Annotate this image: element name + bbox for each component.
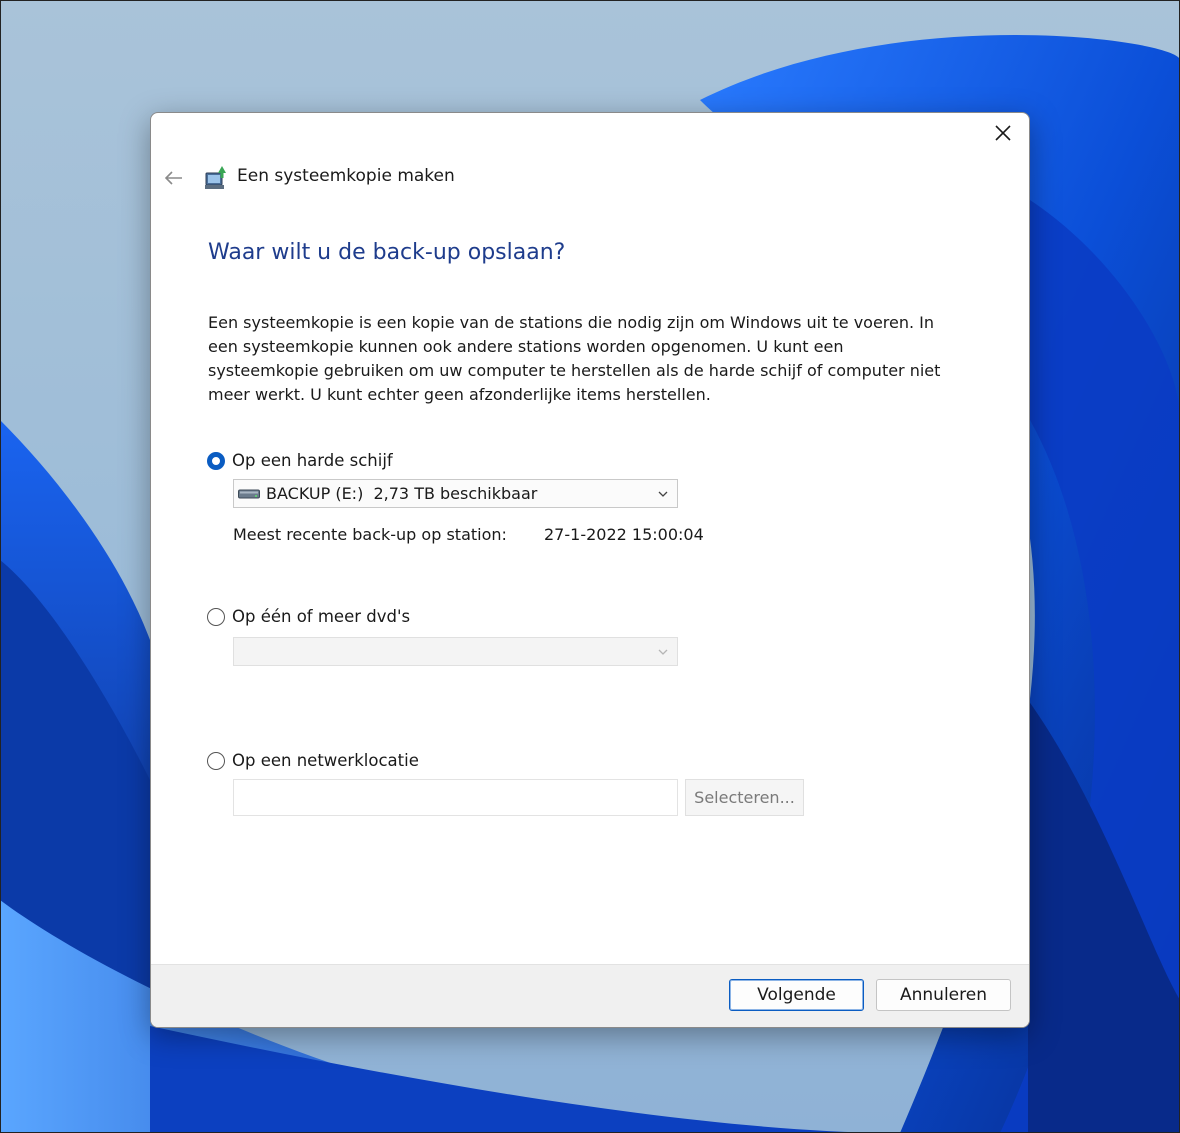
radio-network-indicator[interactable] — [207, 751, 225, 770]
close-icon — [995, 125, 1011, 141]
radio-hard-disk-indicator[interactable] — [207, 451, 225, 470]
system-image-dialog: Een systeemkopie maken Waar wilt u de ba… — [150, 112, 1030, 1028]
recent-backup-value: 27-1-2022 15:00:04 — [544, 525, 704, 544]
radio-dvd-label: Op één of meer dvd's — [232, 607, 411, 626]
recent-backup-label: Meest recente back-up op station: — [233, 525, 507, 544]
radio-dvd-indicator[interactable] — [207, 607, 225, 626]
radio-network-label: Op een netwerklocatie — [232, 751, 419, 770]
select-network-button[interactable]: Selecteren... — [685, 779, 804, 816]
hard-drive-icon — [238, 489, 260, 498]
close-button[interactable] — [985, 117, 1021, 149]
chevron-down-icon — [658, 491, 668, 497]
title-bar: Een systeemkopie maken — [151, 161, 1029, 197]
network-path-input[interactable] — [233, 779, 678, 816]
dvd-drive-select[interactable] — [233, 637, 678, 666]
chevron-down-icon — [658, 649, 668, 655]
cancel-button[interactable]: Annuleren — [876, 979, 1011, 1011]
radio-network[interactable]: Op een netwerklocatie — [207, 751, 419, 770]
next-button[interactable]: Volgende — [729, 979, 864, 1011]
dialog-title: Een systeemkopie maken — [237, 166, 455, 186]
radio-dvd[interactable]: Op één of meer dvd's — [207, 607, 410, 626]
page-heading: Waar wilt u de back-up opslaan? — [208, 240, 566, 265]
backup-app-icon — [205, 166, 226, 189]
dialog-footer: Volgende Annuleren — [151, 964, 1029, 1027]
back-arrow-icon — [165, 171, 182, 185]
hard-disk-drive-value: BACKUP (E:) 2,73 TB beschikbaar — [266, 484, 538, 503]
radio-hard-disk[interactable]: Op een harde schijf — [207, 451, 393, 470]
back-button[interactable] — [161, 165, 187, 191]
radio-hard-disk-label: Op een harde schijf — [232, 451, 393, 470]
hard-disk-drive-select[interactable]: BACKUP (E:) 2,73 TB beschikbaar — [233, 479, 678, 508]
page-description: Een systeemkopie is een kopie van de sta… — [208, 313, 941, 404]
